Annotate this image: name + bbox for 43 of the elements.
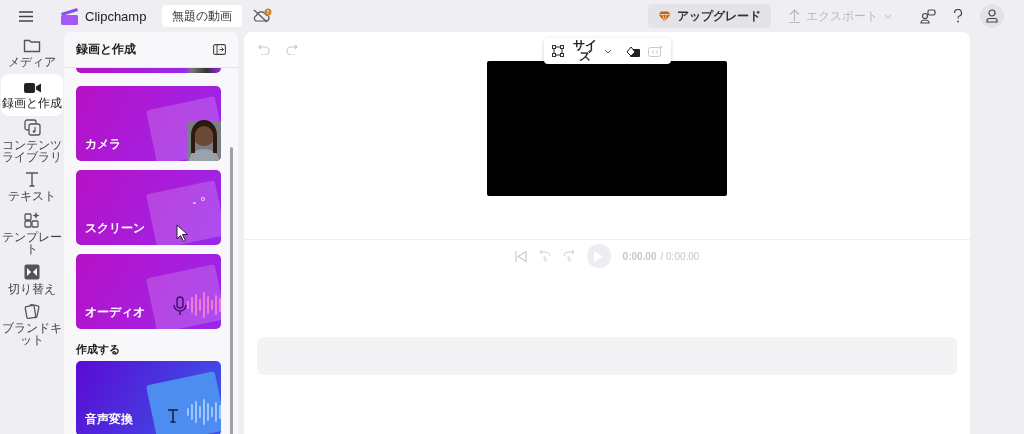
card-label: オーディオ xyxy=(84,304,145,321)
sidebar-item[interactable]: ブランドキット xyxy=(1,300,63,349)
brand-kit-icon xyxy=(24,303,40,319)
record-card[interactable] xyxy=(76,68,221,73)
transition-icon xyxy=(24,263,40,280)
collapse-panel-icon[interactable] xyxy=(213,44,226,55)
folder-icon xyxy=(23,38,41,53)
template-icon xyxy=(23,211,41,228)
record-card[interactable]: 音声変換 xyxy=(76,361,221,434)
sidebar-item[interactable]: テンプレート xyxy=(1,208,63,258)
sidebar-item[interactable]: 録画と作成 xyxy=(1,74,63,116)
person-icon xyxy=(986,9,998,23)
diamond-icon xyxy=(658,10,671,22)
current-time: 0:00.00 xyxy=(622,250,657,262)
card-label: スクリーン xyxy=(84,220,145,237)
project-title[interactable]: 無題の動画 xyxy=(162,5,243,27)
skip-to-start-icon[interactable] xyxy=(514,249,527,263)
sidebar-item[interactable]: 切り替え xyxy=(1,258,63,300)
sidebar-item[interactable]: コンテンツライブラリ xyxy=(1,116,63,166)
background-fill-icon[interactable] xyxy=(625,45,640,57)
section-heading: 作成する xyxy=(76,342,121,357)
record-card[interactable]: スクリーン xyxy=(76,170,221,245)
resize-icon[interactable] xyxy=(551,45,564,57)
account-avatar[interactable] xyxy=(980,4,1004,28)
sidebar-item[interactable]: メディア xyxy=(1,32,63,74)
card-label: 音声変換 xyxy=(84,411,133,428)
upload-icon xyxy=(789,9,800,23)
library-icon xyxy=(23,119,41,136)
size-button[interactable]: サイズ xyxy=(571,40,612,62)
video-camera-icon xyxy=(23,81,41,94)
card-label: カメラ xyxy=(84,136,121,153)
panel-title: 録画と作成 xyxy=(76,41,136,58)
logo-icon xyxy=(60,7,79,25)
app-name: Clipchamp xyxy=(85,8,147,24)
chevron-down-icon xyxy=(884,13,892,19)
scrollbar[interactable] xyxy=(230,147,233,434)
cloud-off-icon[interactable] xyxy=(252,8,273,24)
record-card[interactable]: カメラ xyxy=(76,86,221,161)
record-card[interactable]: オーディオ xyxy=(76,254,221,329)
chevron-down-icon xyxy=(603,48,612,54)
upgrade-button[interactable]: アップグレード xyxy=(648,4,771,28)
sidebar-item[interactable]: テキスト xyxy=(1,166,63,208)
text-icon xyxy=(25,172,39,187)
